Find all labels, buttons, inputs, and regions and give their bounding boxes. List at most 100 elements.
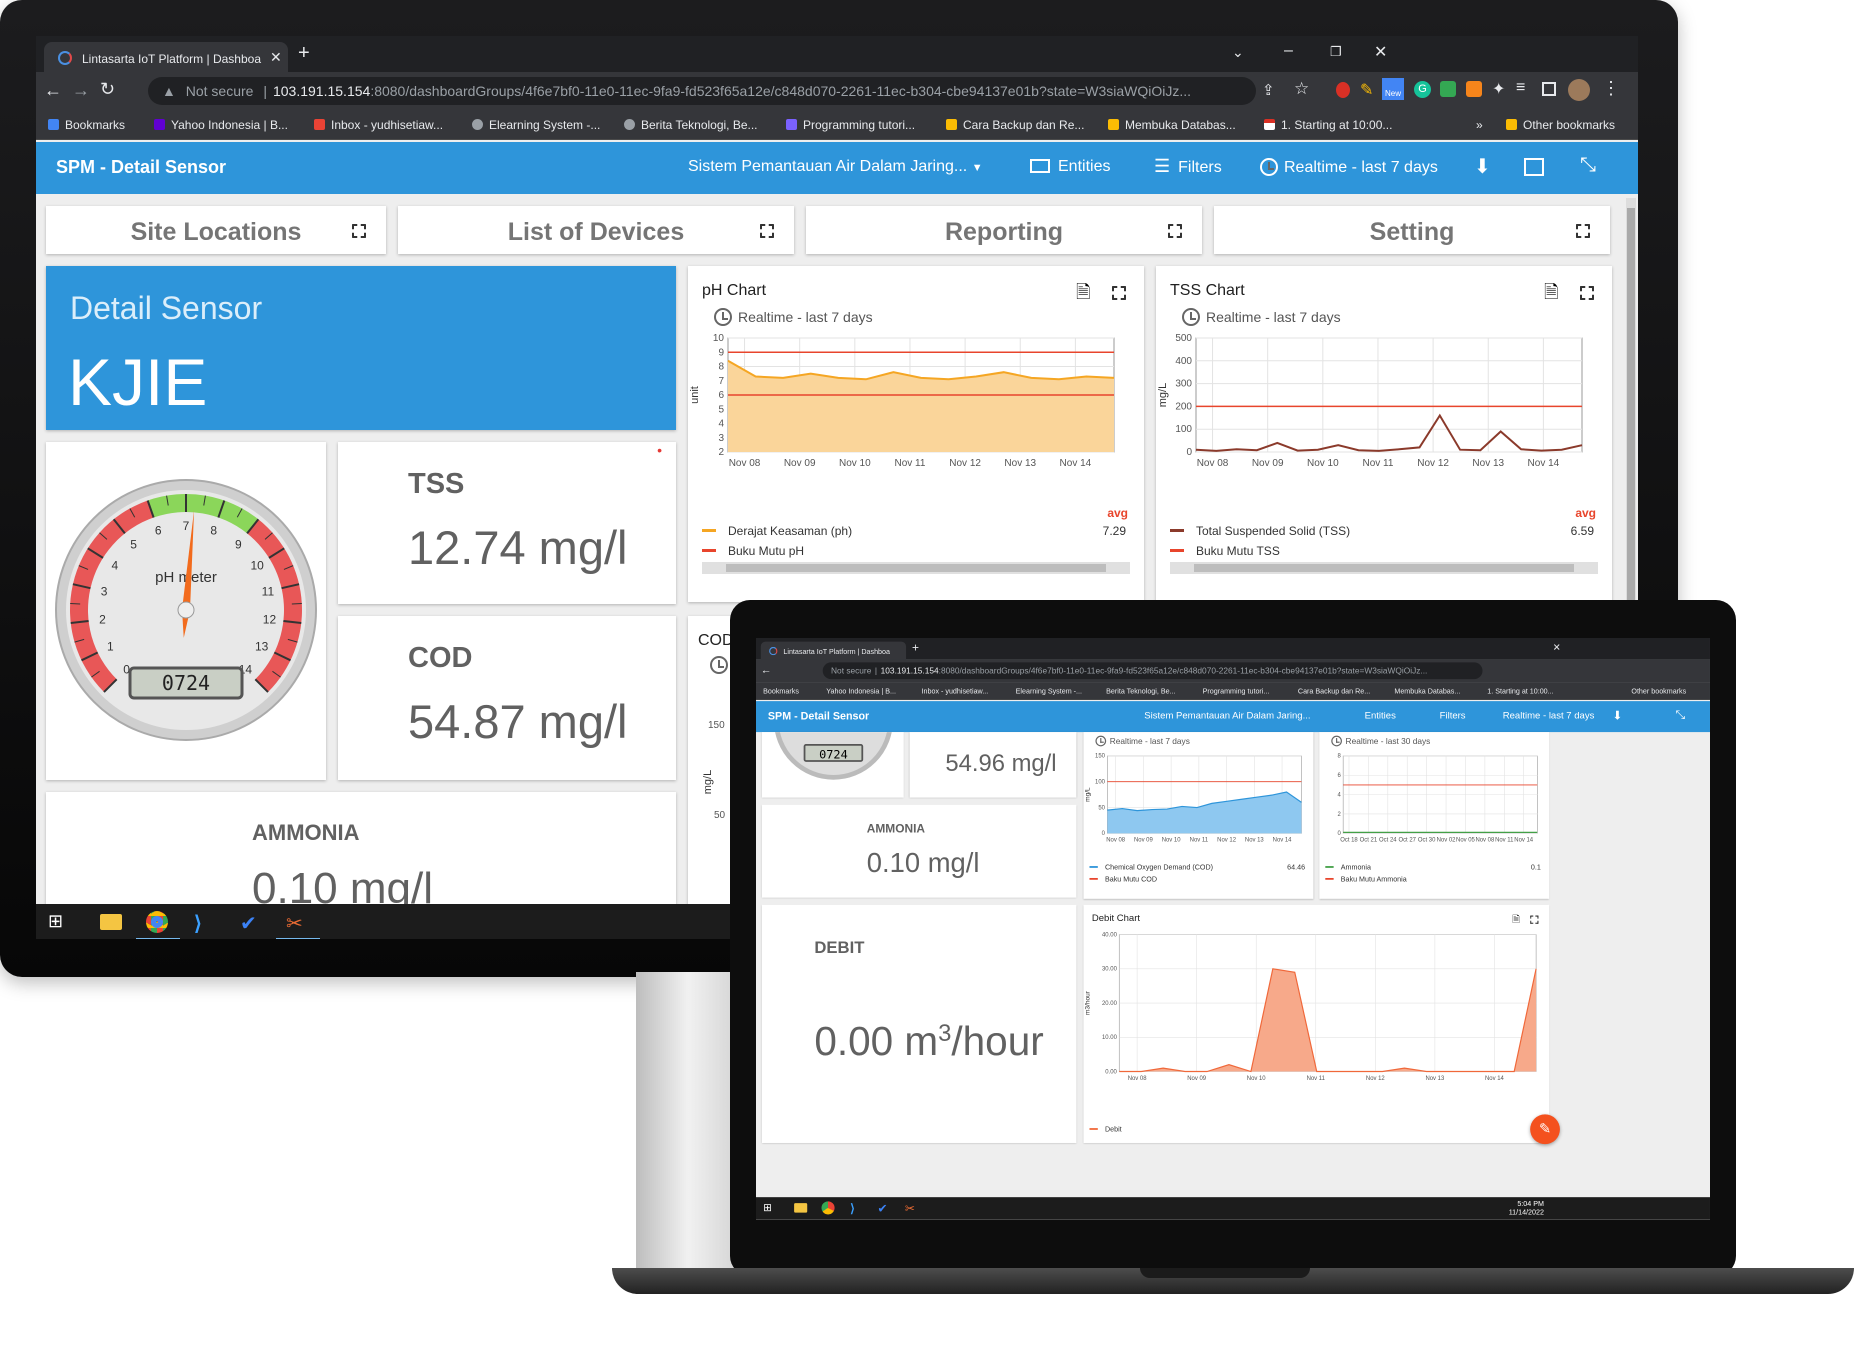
fullscreen-icon[interactable]	[1112, 286, 1126, 300]
extension-pen-icon[interactable]: ✎	[1360, 80, 1373, 100]
app-icon[interactable]: ✂	[286, 911, 308, 935]
exit-fullscreen-icon[interactable]: ⤡	[1675, 708, 1685, 722]
legend-ammonia[interactable]: Ammonia	[1325, 863, 1371, 871]
file-explorer-icon[interactable]	[100, 914, 122, 930]
vscode-icon[interactable]: ⟩	[194, 911, 216, 935]
entities-button[interactable]: Entities	[1365, 711, 1396, 722]
legend-cod[interactable]: Chemical Oxygen Demand (COD)	[1089, 863, 1213, 871]
side-panel-icon[interactable]	[1542, 82, 1556, 96]
bookmark-backup[interactable]: Cara Backup dan Re...	[946, 118, 1084, 132]
back-icon[interactable]: ←	[44, 80, 62, 101]
tss-chart-timewindow[interactable]: Realtime - last 7 days	[1182, 308, 1341, 326]
bookmark-starting[interactable]: 1. Starting at 10:00...	[1264, 118, 1392, 132]
exit-fullscreen-icon[interactable]: ⤡	[1580, 154, 1596, 177]
windows-start-icon[interactable]: ⊞	[48, 911, 70, 933]
browser-tab[interactable]: Lintasarta IoT Platform | Dashboa ✕	[44, 42, 288, 72]
fullscreen-icon[interactable]	[1530, 915, 1539, 924]
bookmark-label[interactable]: Inbox - yudhisetiaw...	[922, 687, 989, 695]
filters-button[interactable]: ☰ Filters	[1154, 156, 1222, 177]
bookmark-database[interactable]: Membuka Databas...	[1108, 118, 1236, 132]
legend-buku-mutu-tss[interactable]: Buku Mutu TSS	[1170, 544, 1280, 558]
browser-tab[interactable]: Lintasarta IoT Platform | Dashboa	[760, 641, 907, 660]
export-csv-icon[interactable]: 🗎	[1512, 913, 1520, 929]
bookmark-label[interactable]: Elearning System -...	[1016, 687, 1082, 695]
bookmark-label[interactable]: Other bookmarks	[1631, 687, 1686, 695]
windows-start-icon[interactable]: ⊞	[763, 1201, 776, 1214]
legend-debit[interactable]: Debit	[1089, 1125, 1122, 1133]
legend-baku-mutu-cod[interactable]: Baku Mutu COD	[1089, 875, 1157, 883]
bookmark-star-icon[interactable]: ☆	[1294, 79, 1309, 99]
timewindow-button[interactable]: Realtime - last 7 days	[1260, 158, 1438, 177]
bookmark-label[interactable]: 1. Starting at 10:00...	[1487, 687, 1553, 695]
legend-tss[interactable]: Total Suspended Solid (TSS)	[1170, 524, 1350, 538]
download-icon[interactable]: ⬇	[1612, 708, 1622, 723]
extension-red-icon[interactable]	[1336, 82, 1350, 98]
bookmark-label[interactable]: Programming tutori...	[1203, 687, 1270, 695]
system-clock[interactable]: 5:04 PM 11/14/2022	[1509, 1200, 1544, 1217]
extensions-puzzle-icon[interactable]: ✦	[1492, 79, 1505, 99]
other-bookmarks[interactable]: Other bookmarks	[1506, 118, 1615, 132]
minimize-icon[interactable]: –	[1284, 42, 1293, 60]
restore-icon[interactable]: ❐	[1330, 44, 1342, 60]
todo-check-icon[interactable]: ✔	[240, 911, 262, 935]
ph-chart-timewindow[interactable]: Realtime - last 7 days	[714, 308, 873, 326]
scrollbar-thumb[interactable]	[726, 564, 1106, 572]
metamask-icon[interactable]	[1466, 81, 1482, 97]
new-tab-icon[interactable]: +	[912, 642, 919, 656]
bookmark-elearning[interactable]: Elearning System -...	[472, 118, 600, 132]
ammonia-chart-timewindow[interactable]: Realtime - last 30 days	[1331, 735, 1430, 747]
fullscreen-icon[interactable]	[1576, 224, 1590, 238]
bookmark-label[interactable]: Cara Backup dan Re...	[1298, 687, 1370, 695]
bookmark-label[interactable]: Yahoo Indonesia | B...	[826, 687, 896, 695]
nav-reporting[interactable]: Reporting	[806, 206, 1202, 254]
filters-button[interactable]: Filters	[1440, 711, 1466, 722]
more-bookmarks-icon[interactable]: »	[1476, 118, 1483, 132]
todo-check-icon[interactable]: ✔	[877, 1201, 890, 1216]
legend-baku-mutu-ammonia[interactable]: Baku Mutu Ammonia	[1325, 875, 1407, 883]
chrome-taskbar-icon[interactable]	[146, 911, 168, 933]
bookmark-gmail[interactable]: Inbox - yudhisetiaw...	[314, 118, 443, 132]
profile-avatar[interactable]	[1568, 79, 1590, 101]
extension-new-icon[interactable]: New	[1382, 78, 1404, 100]
cod-chart-timewindow[interactable]: Realtime - last 7 days	[1095, 735, 1190, 747]
address-bar[interactable]: ▲ Not secure | 103.191.15.154:8080/dashbo…	[148, 77, 1256, 105]
bookmark-label[interactable]: Berita Teknologi, Be...	[1106, 687, 1175, 695]
bookmark-bookmarks[interactable]: Bookmarks	[48, 118, 125, 132]
nav-site-locations[interactable]: Site Locations	[46, 206, 386, 254]
close-window-icon[interactable]: ✕	[1374, 42, 1387, 62]
legend-scrollbar[interactable]	[702, 562, 1130, 574]
scrollbar-thumb[interactable]	[1194, 564, 1574, 572]
legend-buku-mutu-ph[interactable]: Buku Mutu pH	[702, 544, 804, 558]
bookmark-label[interactable]: Membuka Databas...	[1394, 687, 1460, 695]
tab-search-chevron-icon[interactable]: ⌄	[1232, 44, 1244, 61]
legend-scrollbar[interactable]	[1170, 562, 1598, 574]
grammarly-icon[interactable]: G	[1414, 81, 1431, 98]
chrome-menu-icon[interactable]: ⋮	[1602, 78, 1620, 99]
reload-icon[interactable]: ↻	[100, 79, 115, 100]
dashboard-state-select[interactable]: Sistem Pemantauan Air Dalam Jaring...	[1144, 711, 1310, 722]
download-icon[interactable]: ⬇	[1474, 154, 1491, 179]
extension-green-icon[interactable]	[1440, 81, 1456, 97]
edit-fab-button[interactable]: ✎	[1530, 1114, 1560, 1145]
close-window-icon[interactable]: ✕	[1553, 642, 1561, 654]
bookmark-berita[interactable]: Berita Teknologi, Be...	[624, 118, 758, 132]
file-explorer-icon[interactable]	[794, 1203, 808, 1213]
media-control-icon[interactable]: ≡	[1516, 79, 1525, 97]
image-export-icon[interactable]	[1524, 158, 1544, 176]
back-icon[interactable]: ←	[761, 664, 772, 677]
bookmark-label[interactable]: Bookmarks	[763, 687, 799, 695]
address-bar[interactable]: Not secure | 103.191.15.154:8080/dashboard…	[822, 662, 1483, 680]
app-icon[interactable]: ✂	[905, 1201, 918, 1216]
share-icon[interactable]: ⇪	[1262, 81, 1275, 99]
chrome-taskbar-icon[interactable]	[821, 1201, 835, 1215]
fullscreen-icon[interactable]	[1580, 286, 1594, 300]
entities-button[interactable]: Entities	[1030, 158, 1110, 176]
legend-ph[interactable]: Derajat Keasaman (ph)	[702, 524, 852, 538]
nav-list-of-devices[interactable]: List of Devices	[398, 206, 794, 254]
fullscreen-icon[interactable]	[352, 224, 366, 238]
bookmark-yahoo[interactable]: Yahoo Indonesia | B...	[154, 118, 288, 132]
close-tab-icon[interactable]: ✕	[270, 49, 282, 66]
timewindow-button[interactable]: Realtime - last 7 days	[1503, 711, 1595, 722]
nav-setting[interactable]: Setting	[1214, 206, 1610, 254]
export-csv-icon[interactable]: 🗎	[1076, 280, 1090, 310]
